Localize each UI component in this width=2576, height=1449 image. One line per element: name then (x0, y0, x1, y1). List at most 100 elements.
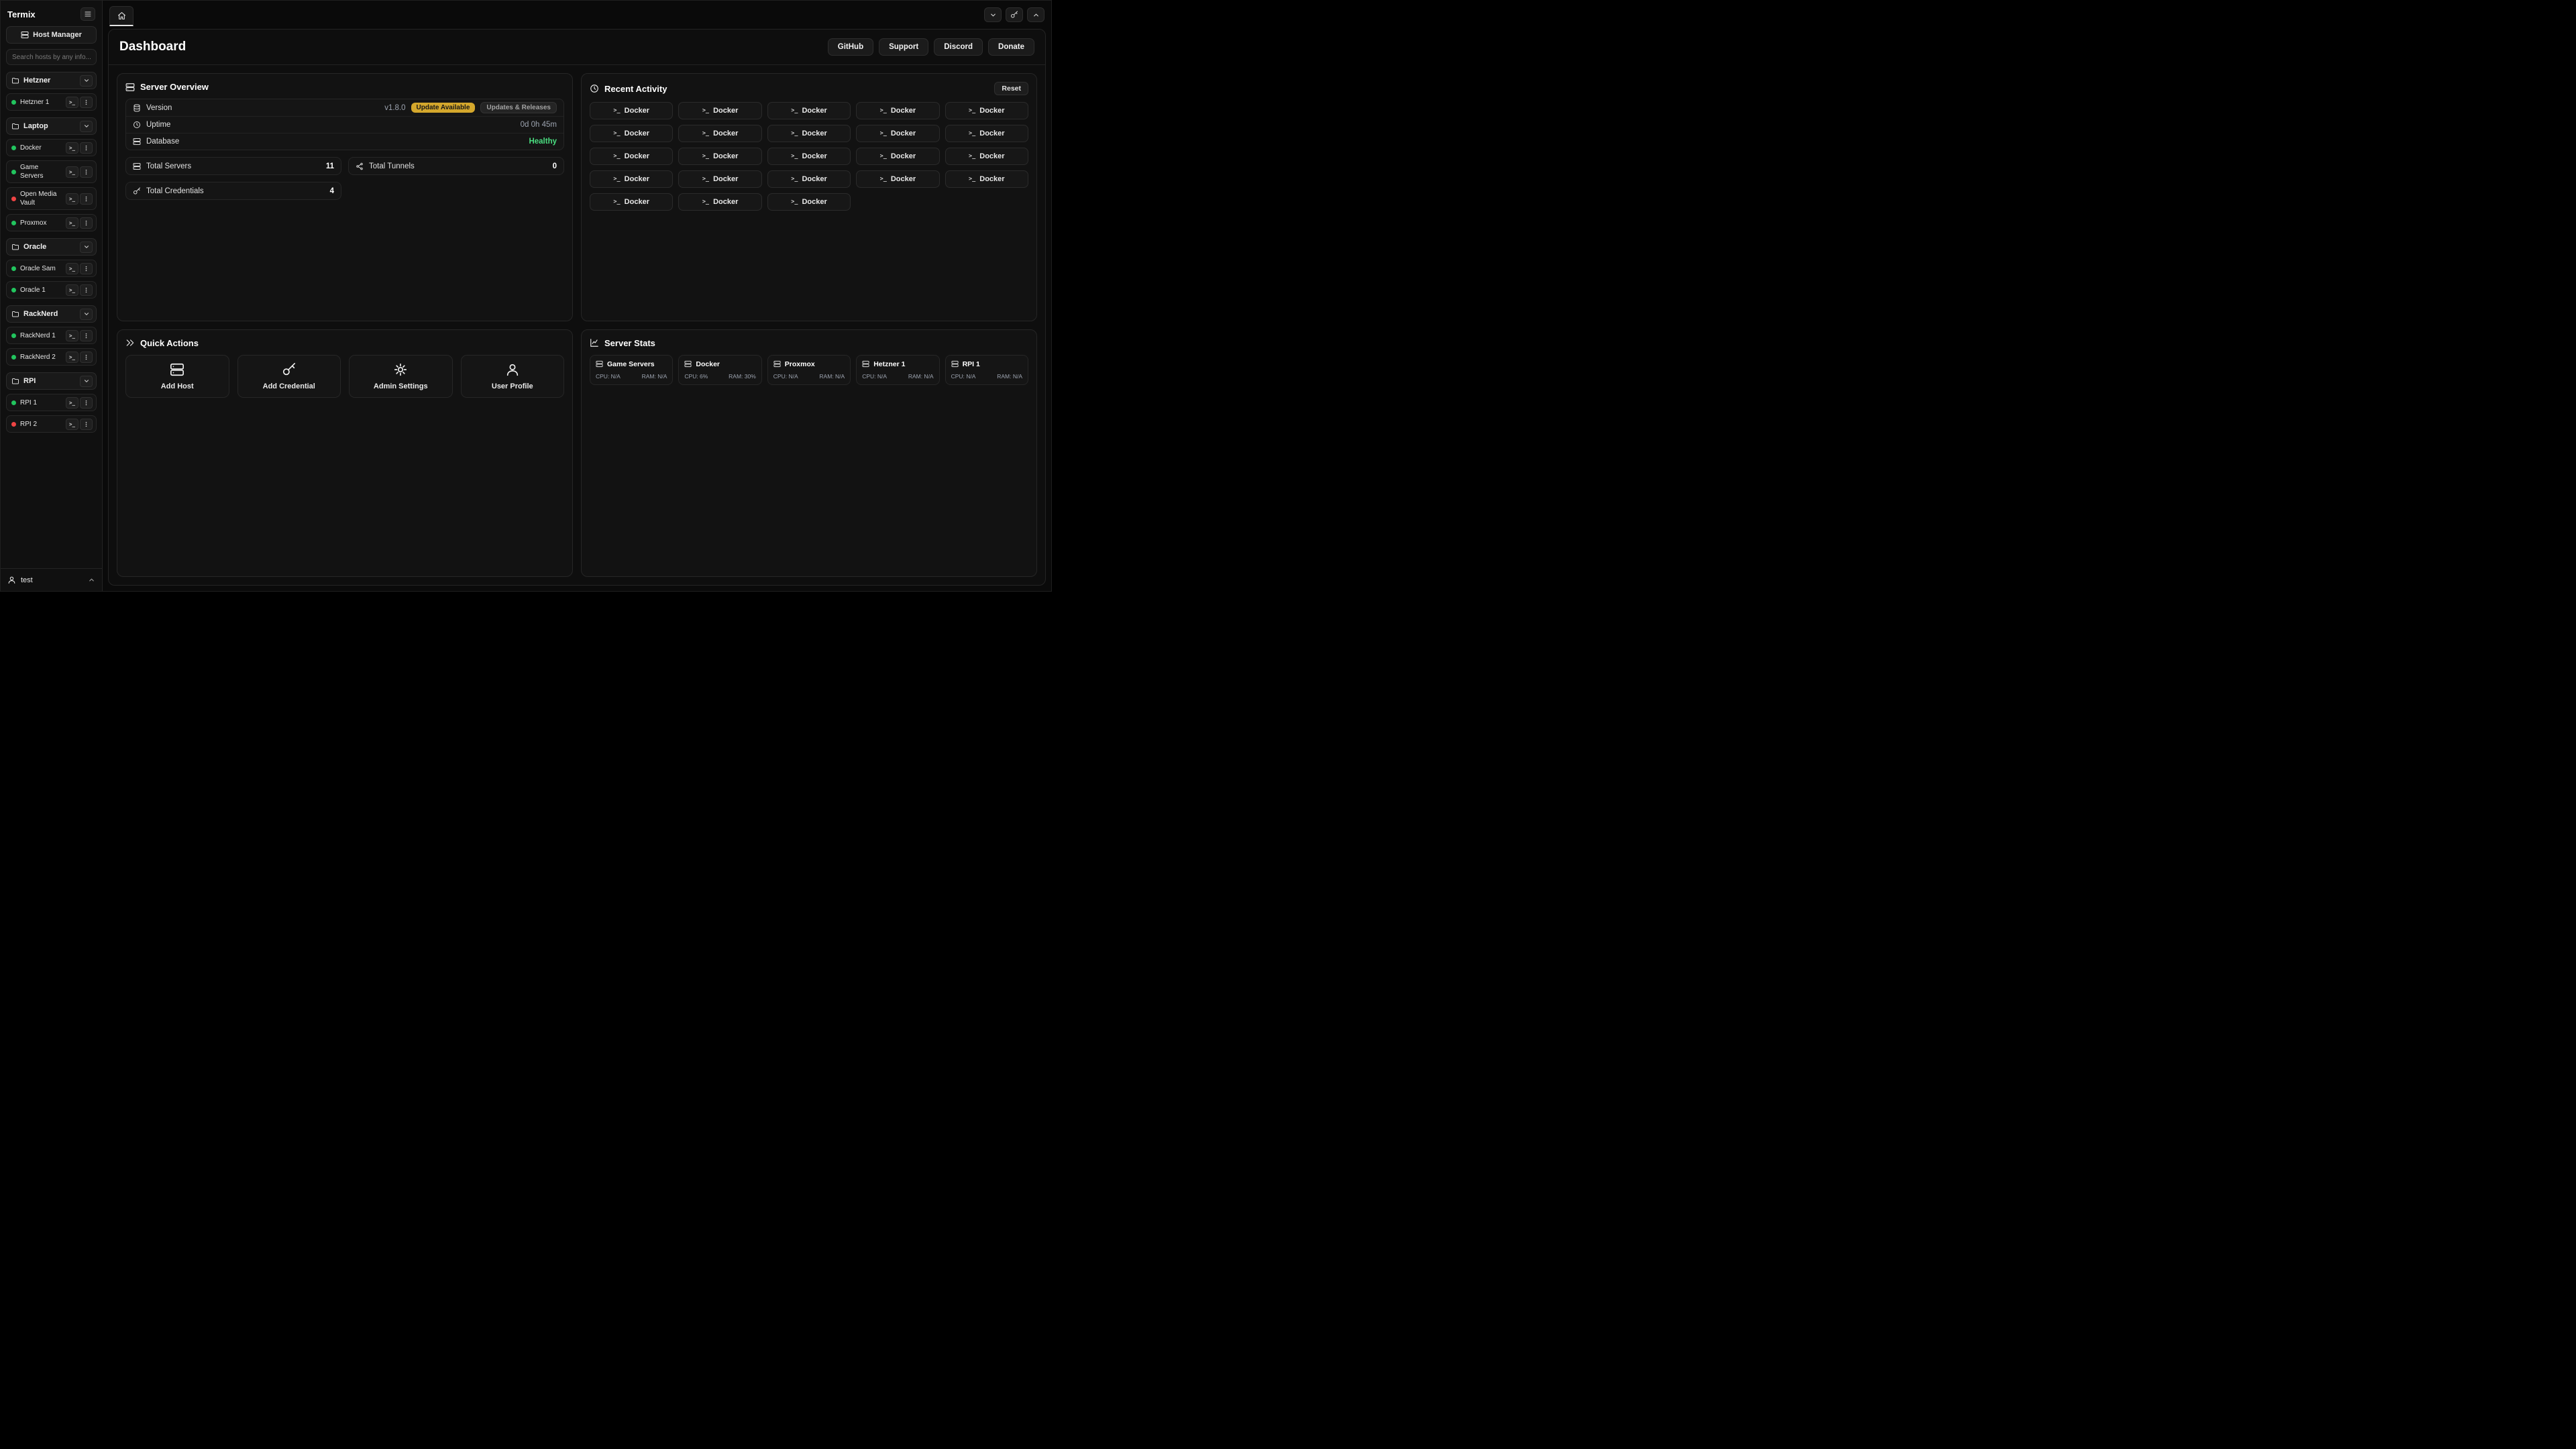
chevron-down-icon[interactable] (80, 241, 93, 253)
terminal-button[interactable]: >_ (66, 284, 78, 296)
recent-activity-item[interactable]: >_ Docker (590, 193, 673, 211)
reset-button[interactable]: Reset (994, 82, 1028, 95)
recent-activity-item[interactable]: >_ Docker (945, 102, 1028, 119)
status-dot (11, 266, 16, 271)
host-menu-button[interactable] (80, 142, 93, 154)
server-stat-card[interactable]: Docker CPU: 6% RAM: 30% (678, 355, 761, 385)
terminal-button[interactable]: >_ (66, 397, 78, 409)
chevron-down-icon[interactable] (80, 121, 93, 132)
host-item[interactable]: RPI 1 >_ (6, 394, 97, 411)
host-menu-button[interactable] (80, 419, 93, 430)
kebab-icon (83, 220, 89, 226)
header-link-button[interactable]: GitHub (828, 38, 873, 56)
add-host-button[interactable]: Add Host (125, 355, 229, 398)
recent-activity-item[interactable]: >_ Docker (590, 125, 673, 142)
search-input[interactable] (6, 49, 97, 65)
header-link-button[interactable]: Support (879, 38, 928, 56)
folder-header[interactable]: Hetzner (6, 72, 97, 89)
activity-label: Docker (891, 129, 916, 138)
folder-header[interactable]: RackNerd (6, 305, 97, 323)
chevron-down-icon[interactable] (80, 309, 93, 320)
add-credential-button[interactable]: Add Credential (237, 355, 341, 398)
recent-activity-item[interactable]: >_ Docker (945, 170, 1028, 188)
terminal-button[interactable]: >_ (66, 193, 78, 205)
credentials-button[interactable] (1006, 7, 1023, 22)
recent-activity-item[interactable]: >_ Docker (678, 102, 761, 119)
host-menu-button[interactable] (80, 217, 93, 229)
host-manager-button[interactable]: Host Manager (6, 26, 97, 44)
host-menu-button[interactable] (80, 397, 93, 409)
host-item[interactable]: RPI 2 >_ (6, 415, 97, 433)
user-menu[interactable]: test (1, 568, 102, 586)
host-item[interactable]: RackNerd 2 >_ (6, 348, 97, 366)
recent-activity-item[interactable]: >_ Docker (767, 102, 851, 119)
terminal-button[interactable]: >_ (66, 330, 78, 341)
terminal-button[interactable]: >_ (66, 217, 78, 229)
host-item[interactable]: Open Media Vault >_ (6, 187, 97, 210)
recent-activity-item[interactable]: >_ Docker (856, 102, 939, 119)
expand-button[interactable] (1027, 7, 1044, 22)
recent-activity-item[interactable]: >_ Docker (678, 193, 761, 211)
recent-activity-item[interactable]: >_ Docker (856, 148, 939, 165)
recent-activity-item[interactable]: >_ Docker (590, 148, 673, 165)
recent-activity-item[interactable]: >_ Docker (678, 125, 761, 142)
host-menu-button[interactable] (80, 284, 93, 296)
recent-activity-item[interactable]: >_ Docker (945, 125, 1028, 142)
host-menu-button[interactable] (80, 263, 93, 274)
host-item[interactable]: RackNerd 1 >_ (6, 327, 97, 344)
terminal-button[interactable]: >_ (66, 419, 78, 430)
header-link-button[interactable]: Donate (988, 38, 1034, 56)
updates-releases-button[interactable]: Updates & Releases (480, 102, 557, 113)
user-icon (7, 576, 16, 584)
host-menu-button[interactable] (80, 330, 93, 341)
host-menu-button[interactable] (80, 166, 93, 178)
host-item[interactable]: Proxmox >_ (6, 214, 97, 231)
recent-activity-item[interactable]: >_ Docker (767, 170, 851, 188)
recent-activity-item[interactable]: >_ Docker (678, 170, 761, 188)
terminal-button[interactable]: >_ (66, 263, 78, 274)
host-actions: >_ (66, 330, 93, 341)
recent-activity-item[interactable]: >_ Docker (767, 148, 851, 165)
host-menu-button[interactable] (80, 352, 93, 363)
host-item[interactable]: Docker >_ (6, 139, 97, 156)
terminal-button[interactable]: >_ (66, 97, 78, 108)
quick-actions-grid: Add Host Add Credential Ad (125, 355, 564, 398)
host-item[interactable]: Oracle Sam >_ (6, 260, 97, 277)
terminal-button[interactable]: >_ (66, 352, 78, 363)
recent-activity-item[interactable]: >_ Docker (590, 170, 673, 188)
terminal-icon: >_ (880, 176, 887, 182)
chevron-down-icon[interactable] (80, 75, 93, 87)
terminal-icon: >_ (69, 145, 75, 151)
update-available-badge[interactable]: Update Available (411, 103, 476, 113)
recent-activity-item[interactable]: >_ Docker (678, 148, 761, 165)
recent-activity-item[interactable]: >_ Docker (856, 170, 939, 188)
server-stat-card[interactable]: RPI 1 CPU: N/A RAM: N/A (945, 355, 1028, 385)
host-menu-button[interactable] (80, 97, 93, 108)
total-tunnels-box: Total Tunnels 0 (348, 157, 564, 175)
folder-header[interactable]: RPI (6, 372, 97, 390)
server-stat-card[interactable]: Proxmox CPU: N/A RAM: N/A (767, 355, 851, 385)
host-menu-button[interactable] (80, 193, 93, 205)
menu-button[interactable] (80, 7, 95, 21)
admin-settings-button[interactable]: Admin Settings (349, 355, 453, 398)
host-item[interactable]: Game Servers >_ (6, 160, 97, 183)
tab-home[interactable] (109, 6, 133, 26)
recent-activity-item[interactable]: >_ Docker (767, 125, 851, 142)
folder-header[interactable]: Oracle (6, 238, 97, 256)
host-item[interactable]: Oracle 1 >_ (6, 281, 97, 299)
header-link-button[interactable]: Discord (934, 38, 983, 56)
chevron-down-icon[interactable] (80, 376, 93, 387)
server-stat-card[interactable]: Game Servers CPU: N/A RAM: N/A (590, 355, 673, 385)
collapse-button[interactable] (984, 7, 1002, 22)
recent-activity-item[interactable]: >_ Docker (590, 102, 673, 119)
user-profile-button[interactable]: User Profile (461, 355, 565, 398)
host-name: Docker (20, 144, 62, 152)
recent-activity-item[interactable]: >_ Docker (767, 193, 851, 211)
recent-activity-item[interactable]: >_ Docker (945, 148, 1028, 165)
terminal-button[interactable]: >_ (66, 142, 78, 154)
terminal-button[interactable]: >_ (66, 166, 78, 178)
folder-header[interactable]: Laptop (6, 117, 97, 135)
host-item[interactable]: Hetzner 1 >_ (6, 93, 97, 111)
server-stat-card[interactable]: Hetzner 1 CPU: N/A RAM: N/A (856, 355, 939, 385)
recent-activity-item[interactable]: >_ Docker (856, 125, 939, 142)
